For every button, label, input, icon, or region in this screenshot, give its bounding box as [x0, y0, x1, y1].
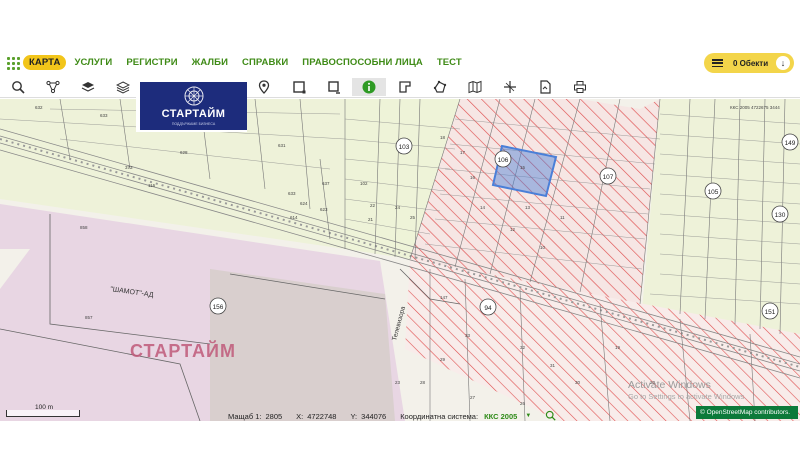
menu-icon [712, 59, 723, 67]
svg-text:116: 116 [148, 183, 156, 188]
svg-text:16: 16 [470, 175, 476, 180]
coordinates-icon[interactable] [500, 78, 520, 96]
layers-outline-icon[interactable] [113, 78, 133, 96]
block-label: 107 [603, 174, 614, 181]
search-icon[interactable] [8, 78, 28, 96]
svg-text:102: 102 [360, 181, 368, 186]
svg-text:633: 633 [288, 191, 296, 196]
svg-text:624: 624 [300, 201, 308, 206]
block-label: 149 [785, 140, 796, 147]
svg-text:15: 15 [520, 165, 526, 170]
scale-label: Мащаб 1: [228, 411, 262, 421]
svg-text:10: 10 [540, 245, 546, 250]
svg-text:632: 632 [35, 105, 43, 110]
svg-text:614: 614 [290, 215, 298, 220]
svg-text:33: 33 [465, 333, 471, 338]
location-pin-icon[interactable] [254, 78, 274, 96]
svg-text:30: 30 [575, 380, 581, 385]
svg-text:21: 21 [368, 217, 374, 222]
svg-text:24: 24 [395, 205, 401, 210]
y-coordinate: 344076 [361, 411, 387, 421]
block-label: 130 [775, 212, 786, 219]
svg-text:623: 623 [320, 207, 328, 212]
select-rectangle-icon[interactable] [289, 78, 309, 96]
nav-item-services[interactable]: УСЛУГИ [68, 55, 118, 70]
block-label: 151 [765, 309, 776, 316]
osm-attribution[interactable]: © OpenStreetMap contributors. [696, 406, 798, 419]
block-label: 106 [498, 157, 509, 164]
svg-text:858: 858 [80, 225, 88, 230]
info-icon[interactable] [352, 78, 386, 96]
svg-text:18: 18 [440, 135, 446, 140]
page-footer-space [0, 421, 800, 449]
activate-windows-subtitle: Go to Settings to activate Windows. [628, 392, 747, 401]
svg-text:11: 11 [560, 215, 565, 220]
map-toolbar [0, 76, 800, 98]
nav-item-licensed-persons[interactable]: ПРАВОСПОСОБНИ ЛИЦА [296, 55, 429, 70]
svg-text:31: 31 [550, 363, 556, 368]
svg-text:32: 32 [520, 345, 526, 350]
print-icon[interactable] [570, 78, 590, 96]
svg-text:373: 373 [125, 165, 133, 170]
top-navigation-bar: КАРТА УСЛУГИ РЕГИСТРИ ЖАЛБИ СПРАВКИ ПРАВ… [0, 50, 800, 76]
block-label: 105 [708, 189, 719, 196]
scale-bar: 100 m [6, 404, 80, 417]
svg-text:633: 633 [100, 113, 108, 118]
nav-item-complaints[interactable]: ЖАЛБИ [186, 55, 234, 70]
y-label: Y: [350, 411, 358, 421]
svg-text:23: 23 [395, 380, 401, 385]
select-area-icon[interactable] [324, 78, 344, 96]
svg-text:637: 637 [322, 181, 330, 186]
objects-count-label: 0 Обекти [733, 58, 769, 68]
svg-text:12: 12 [510, 227, 516, 232]
svg-text:26: 26 [520, 401, 526, 406]
crs-select[interactable]: ККС 2005 [484, 412, 517, 421]
svg-text:147: 147 [440, 295, 448, 300]
chevron-down-icon[interactable]: ↓ [776, 56, 790, 70]
svg-text:22: 22 [370, 203, 376, 208]
scale-bar-label: 100 m [35, 404, 54, 411]
svg-text:857: 857 [85, 315, 93, 320]
map-canvas: 103 106 107 105 149 130 151 156 94 632 63… [0, 99, 800, 421]
parcel-icon[interactable] [395, 78, 415, 96]
block-label: 156 [213, 304, 224, 311]
objects-button[interactable]: 0 Обекти ↓ [704, 53, 794, 73]
svg-text:94: 94 [484, 305, 492, 312]
map-watermark: СТАРТАЙМ [130, 341, 236, 361]
svg-text:29: 29 [440, 357, 446, 362]
x-label: X: [296, 411, 304, 421]
document-icon[interactable] [535, 78, 555, 96]
scale-value[interactable]: 2805 [265, 412, 282, 421]
nav-item-registers[interactable]: РЕГИСТРИ [120, 55, 183, 70]
cadastral-map[interactable]: 103 106 107 105 149 130 151 156 94 632 63… [0, 99, 800, 421]
svg-text:13: 13 [525, 205, 531, 210]
map-header-coords: ККС 2005 4722675 3444 [730, 105, 780, 110]
logo-subtitle: ПОДДЪРЖАМЕ БИЗНЕСА [171, 122, 216, 126]
nav-item-map[interactable]: КАРТА [23, 55, 67, 70]
company-logo: СТАРТАЙМ ПОДДЪРЖАМЕ БИЗНЕСА [136, 78, 247, 132]
x-coordinate: 4722748 [307, 411, 337, 421]
svg-text:628: 628 [180, 150, 188, 155]
logo-emblem-icon [184, 86, 204, 106]
svg-text:14: 14 [480, 205, 486, 210]
main-nav: КАРТА УСЛУГИ РЕГИСТРИ ЖАЛБИ СПРАВКИ ПРАВ… [23, 55, 470, 70]
logo-title: СТАРТАЙМ [161, 108, 226, 120]
apps-grid-icon[interactable] [7, 57, 20, 70]
nav-item-references[interactable]: СПРАВКИ [236, 55, 294, 70]
svg-text:25: 25 [410, 215, 416, 220]
nav-item-test[interactable]: ТЕСТ [431, 55, 468, 70]
crs-label: Координатна система: [400, 411, 479, 421]
path-icon[interactable] [43, 78, 63, 96]
svg-text:28: 28 [420, 380, 426, 385]
polygon-icon[interactable] [430, 78, 450, 96]
svg-text:17: 17 [460, 150, 466, 155]
activate-windows-title: Activate Windows [628, 379, 711, 391]
layers-icon[interactable] [78, 78, 98, 96]
block-label: 103 [399, 144, 410, 151]
svg-text:631: 631 [278, 143, 286, 148]
caret-down-icon[interactable]: ▼ [525, 413, 531, 419]
svg-text:27: 27 [470, 395, 476, 400]
svg-text:19: 19 [615, 345, 621, 350]
map-icon[interactable] [465, 78, 485, 96]
